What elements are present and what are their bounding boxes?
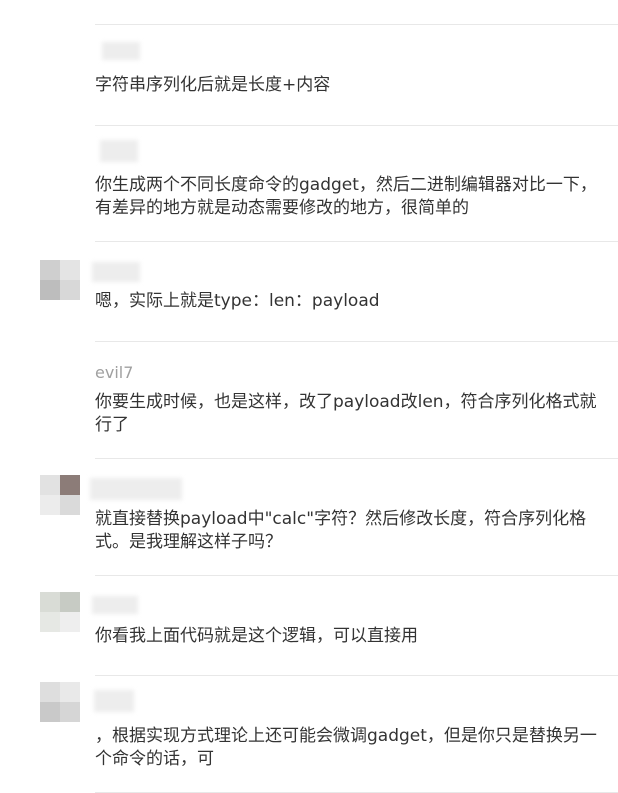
blurred-avatar-icon xyxy=(40,592,80,632)
blurred-username xyxy=(94,690,134,712)
blurred-username xyxy=(100,140,138,162)
divider xyxy=(95,458,618,459)
comment-text: 嗯，实际上就是type：len：payload xyxy=(95,291,380,311)
blurred-username xyxy=(92,262,140,282)
comment-text: 字符串序列化后就是长度+内容 xyxy=(95,75,331,95)
blurred-avatar-icon xyxy=(40,475,80,515)
blurred-avatar-icon xyxy=(40,682,80,722)
blurred-avatar-icon xyxy=(40,260,80,300)
comment-text: 你看我上面代码就是这个逻辑，可以直接用 xyxy=(95,626,418,646)
comment-thread: 字符串序列化后就是长度+内容 你生成两个不同长度命令的gadget，然后二进制编… xyxy=(0,0,618,793)
divider xyxy=(95,24,618,25)
comment-text: 你要生成时候，也是这样，改了payload改len，符合序列化格式就行了 xyxy=(95,392,597,435)
blurred-username xyxy=(90,478,182,500)
comment-username[interactable]: evil7 xyxy=(95,363,133,383)
comment-text: 你生成两个不同长度命令的gadget，然后二进制编辑器对比一下，有差异的地方就是… xyxy=(95,175,597,218)
divider xyxy=(95,675,618,676)
divider xyxy=(95,575,618,576)
comment-text: ，根据实现方式理论上还可能会微调gadget，但是你只是替换另一个命令的话，可 xyxy=(95,726,597,769)
divider xyxy=(95,241,618,242)
comment-text: 就直接替换payload中"calc"字符？然后修改长度，符合序列化格式。是我理… xyxy=(95,509,587,552)
blurred-username xyxy=(92,596,138,614)
divider xyxy=(95,125,618,126)
divider xyxy=(95,341,618,342)
blurred-username xyxy=(102,42,140,60)
